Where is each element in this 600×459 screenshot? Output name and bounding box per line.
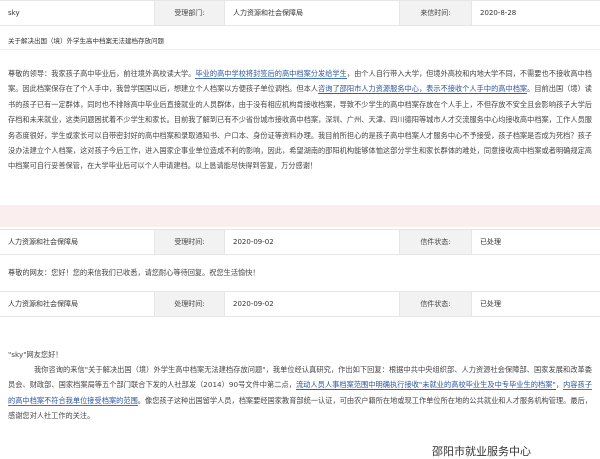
date-label-text: 来信时间: [420, 9, 451, 17]
dept-label: 受理部门: [155, 1, 225, 25]
process-status-value: 已处理 [472, 292, 600, 316]
process-meta-row: 人力资源和社会保障局 处理时间: 2020-09-02 信件状态: 已处理 [0, 291, 600, 317]
dept-value-text: 人力资源和社会保障局 [233, 9, 303, 17]
dept-label-text: 受理部门: [174, 9, 205, 17]
reply-text-b: ， [555, 380, 564, 390]
process-dept-text: 人力资源和社会保障局 [8, 300, 78, 308]
date-label: 来信时间: [400, 1, 472, 25]
reply-status-value: 已处理 [472, 230, 600, 254]
process-status-value-text: 已处理 [480, 300, 501, 308]
process-time-label-text: 处理时间: [174, 300, 205, 308]
process-dept: 人力资源和社会保障局 [0, 292, 155, 316]
process-time-value-text: 2020-09-02 [233, 300, 274, 308]
sender-name: sky [0, 1, 155, 25]
letter-subject: 关于解决出国（境）外学生高中档案无法建档存放问题 [0, 32, 600, 50]
letter-body: 尊敬的领导：我家孩子高中毕业后，前往境外高校读大学。毕业的高中学校将封签后的高中… [8, 66, 592, 174]
reply-short-text: 尊敬的网友：您好！您的来信我们已收悉，请您耐心等待回复。祝您生活愉快！ [8, 268, 260, 277]
reply-highlight-1: 流动人员人事档案范围中明确执行接收"未就业的高校毕业生及中专毕业生的档案" [295, 380, 556, 391]
process-status-label: 信件状态: [400, 292, 472, 316]
letter-meta-row: sky 受理部门: 人力资源和社会保障局 来信时间: 2020-8-28 [0, 0, 600, 26]
letter-highlight-1: 毕业的高中学校将封签后的高中档案分发给学生 [195, 69, 347, 79]
letter-text-c: 。目前出国（境）读书的孩子已有一定群体，同时也不排除高中毕业后直接就业的人员群体… [8, 84, 592, 171]
reply-dept-text: 人力资源和社会保障局 [8, 238, 78, 246]
reply-time-label-text: 受理时间: [174, 238, 205, 246]
reply-greeting: "sky"网友您好！ [8, 350, 63, 359]
sender-name-text: sky [8, 9, 20, 17]
process-time-label: 处理时间: [155, 292, 225, 316]
dept-value: 人力资源和社会保障局 [225, 1, 400, 25]
reply-meta-row: 人力资源和社会保障局 受理时间: 2020-09-02 信件状态: 已处理 [0, 229, 600, 255]
reply-time-value-text: 2020-09-02 [233, 238, 274, 246]
letter-highlight-2: 咨询了邵阳市人力资源服务中心，表示不接收个人手中的高中档案 [318, 84, 528, 95]
process-time-value: 2020-09-02 [225, 292, 400, 316]
date-value: 2020-8-28 [472, 1, 600, 25]
reply-status-label: 信件状态: [400, 230, 472, 254]
reply-time-label: 受理时间: [155, 230, 225, 254]
reply-status-value-text: 已处理 [480, 238, 501, 246]
separator-band [0, 205, 600, 227]
process-status-label-text: 信件状态: [420, 300, 451, 308]
letter-text-a: 尊敬的领导：我家孩子高中毕业后，前往境外高校读大学。 [8, 69, 196, 78]
reply-time-value: 2020-09-02 [225, 230, 400, 254]
reply-status-label-text: 信件状态: [420, 238, 451, 246]
reply-full-body: 我你咨询的来信"关于解决出国（境）外学生高中档案无法建档存放问题"，我单位经认真… [8, 362, 592, 424]
reply-dept: 人力资源和社会保障局 [0, 230, 155, 254]
date-value-text: 2020-8-28 [480, 9, 517, 17]
reply-signature: 邵阳市就业服务中心 [432, 445, 531, 458]
